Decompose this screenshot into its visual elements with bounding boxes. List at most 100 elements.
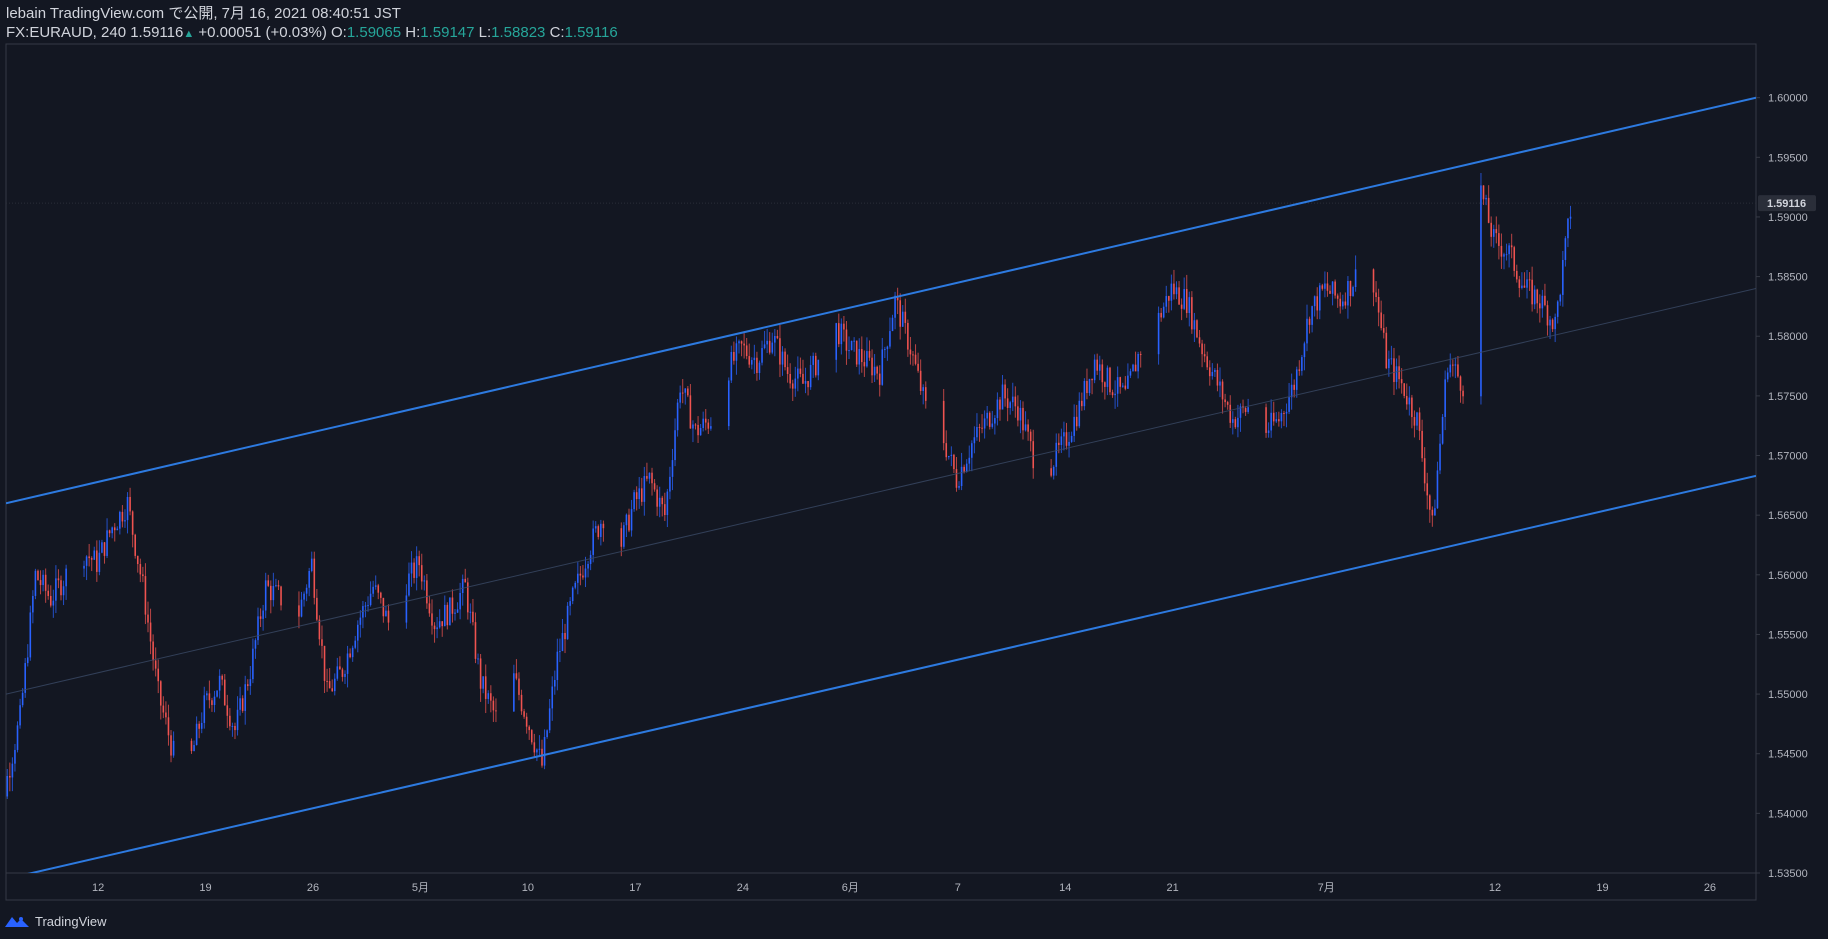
time-axis[interactable]: 12 19 26 5月 10 17 24 6月 7 14 21 7月 12 19 26 [92, 882, 1716, 894]
candle-body [229, 715, 231, 727]
candle-body [246, 684, 249, 687]
candle-body [656, 489, 658, 507]
candle-body [208, 693, 211, 701]
candle-body [37, 570, 39, 581]
parallel-channel[interactable] [6, 96, 1756, 879]
candle-body [597, 526, 600, 537]
candle-body [1551, 319, 1554, 330]
price-tick-label: 1.59500 [1768, 152, 1808, 164]
candle-body [200, 722, 203, 729]
candle-body [487, 693, 490, 699]
candle-body [165, 712, 167, 718]
candle-body [671, 460, 674, 477]
candle-body [638, 488, 641, 499]
candle-body [1533, 289, 1536, 305]
candle-body [341, 669, 344, 677]
channel-lower-line [27, 474, 1756, 873]
candle-body [1434, 508, 1436, 516]
candle-body [1510, 245, 1513, 248]
price-tick-label: 1.54000 [1768, 808, 1808, 820]
candle-body [11, 763, 14, 778]
candle-body [518, 678, 520, 695]
candle-body [689, 395, 692, 429]
candle-body [625, 514, 628, 526]
candle-body [745, 345, 748, 357]
candle-body [850, 340, 853, 351]
candle-body [881, 349, 884, 385]
candle-body [878, 373, 881, 385]
candle-body [1398, 366, 1400, 380]
price-tick-label: 1.53500 [1768, 868, 1808, 880]
candle-body [988, 412, 991, 427]
candle-body [789, 373, 791, 384]
price-axis[interactable]: 1.60000 1.59500 1.59000 1.58500 1.58000 1.575… [1756, 93, 1816, 880]
candle-body [1070, 435, 1073, 442]
candle-body [236, 709, 239, 731]
candle-body [707, 422, 710, 429]
candle-body [103, 542, 106, 556]
candle-body [758, 362, 761, 374]
candle-body [1050, 468, 1052, 476]
candle-body [364, 605, 367, 607]
candle-body [513, 673, 515, 712]
candle-body [167, 717, 170, 736]
candle-body [538, 748, 541, 750]
candle-body [1170, 283, 1173, 301]
candle-body [976, 426, 978, 438]
candle-body [21, 692, 24, 706]
candle-body [234, 725, 236, 731]
candle-body [853, 340, 855, 342]
candle-body [456, 609, 459, 613]
candle-body [835, 323, 838, 360]
candle-body [786, 367, 789, 374]
candle-body [884, 349, 886, 351]
candle-body [1531, 279, 1533, 305]
candle-body [843, 323, 845, 330]
candle-body [328, 681, 331, 689]
candle-body [1106, 367, 1109, 387]
candle-body [1019, 407, 1022, 421]
candle-body [231, 725, 234, 727]
candle-body [797, 368, 799, 379]
candle-body [548, 708, 551, 731]
candle-body [113, 527, 116, 531]
candle-body [802, 373, 804, 384]
candle-body [1393, 358, 1395, 382]
candle-body [858, 349, 861, 365]
candle-body [684, 388, 687, 393]
candle-body [1544, 295, 1546, 306]
candle-body [812, 355, 814, 365]
candle-body [195, 723, 198, 746]
time-tick-label: 21 [1167, 882, 1179, 894]
price-chart[interactable]: 1.60000 1.59500 1.59000 1.58500 1.58000 1.575… [0, 0, 1828, 939]
candle-body [679, 392, 681, 403]
candle-body [814, 355, 817, 376]
candle-body [106, 530, 108, 556]
candle-body [543, 736, 546, 766]
candle-body [584, 568, 587, 578]
time-tick-label: 7月 [1318, 882, 1335, 894]
candle-body [310, 558, 313, 571]
candles [4, 172, 1572, 799]
candle-body [16, 725, 19, 750]
candle-body [1216, 369, 1219, 386]
candle-body [1068, 441, 1070, 446]
candle-body [1098, 364, 1101, 371]
candle-body [907, 322, 909, 350]
price-tick-label: 1.55500 [1768, 629, 1808, 641]
candle-body [277, 585, 280, 587]
candle-body [147, 614, 149, 623]
candle-body [1101, 364, 1104, 383]
candle-body [4, 779, 6, 796]
candle-body [735, 343, 738, 361]
candle-body [1290, 384, 1293, 398]
candle-body [1293, 384, 1295, 390]
candle-body [24, 663, 26, 693]
candle-body [794, 378, 797, 389]
candle-body [807, 381, 809, 388]
candle-body [139, 564, 142, 575]
candle-body [65, 568, 67, 587]
candle-body [525, 716, 528, 727]
candle-body [1129, 371, 1132, 376]
candle-body [740, 341, 743, 344]
